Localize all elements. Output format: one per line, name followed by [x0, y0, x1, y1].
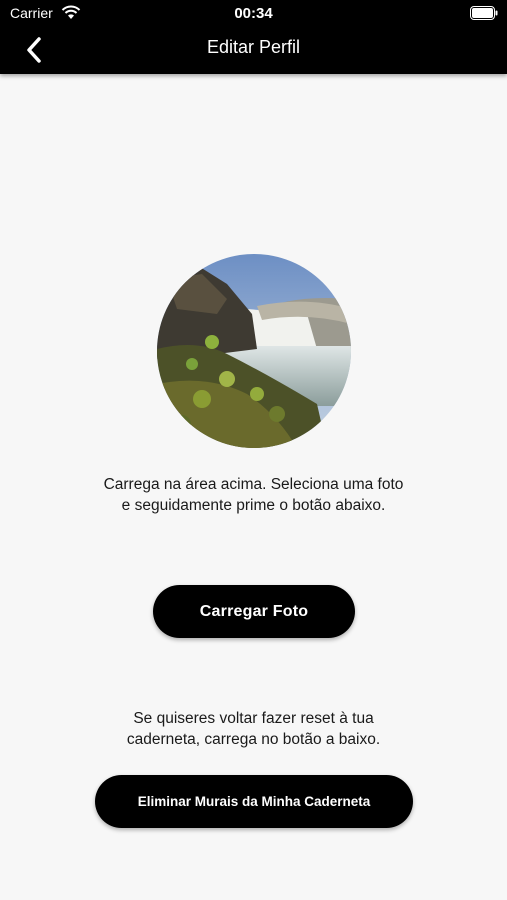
clock: 00:34	[234, 5, 273, 22]
reset-instructions-line1: Se quiseres voltar fazer reset à tua	[133, 710, 374, 727]
battery-icon	[470, 6, 498, 25]
status-bar: Carrier 00:34	[0, 0, 507, 28]
reset-instructions: Se quiseres voltar fazer reset à tua cad…	[40, 708, 467, 750]
navigation-bar: Carrier 00:34 Editar Perfil	[0, 0, 507, 74]
upload-instructions-line2: e seguidamente prime o botão abaixo.	[121, 497, 386, 514]
delete-murals-button[interactable]: Eliminar Murais da Minha Caderneta	[95, 775, 413, 828]
waterfall-photo-image	[157, 254, 351, 448]
page-title: Editar Perfil	[206, 37, 301, 57]
upload-photo-button[interactable]: Carregar Foto	[153, 585, 355, 638]
upload-photo-button-label: Carregar Foto	[199, 602, 309, 620]
reset-instructions-line2: caderneta, carrega no botão a baixo.	[126, 731, 381, 748]
upload-instructions-line1: Carrega na área acima. Seleciona uma fot…	[103, 476, 404, 493]
profile-photo[interactable]	[157, 254, 351, 448]
delete-murals-button-label: Eliminar Murais da Minha Caderneta	[137, 794, 371, 809]
upload-instructions: Carrega na área acima. Seleciona uma fot…	[40, 474, 467, 516]
